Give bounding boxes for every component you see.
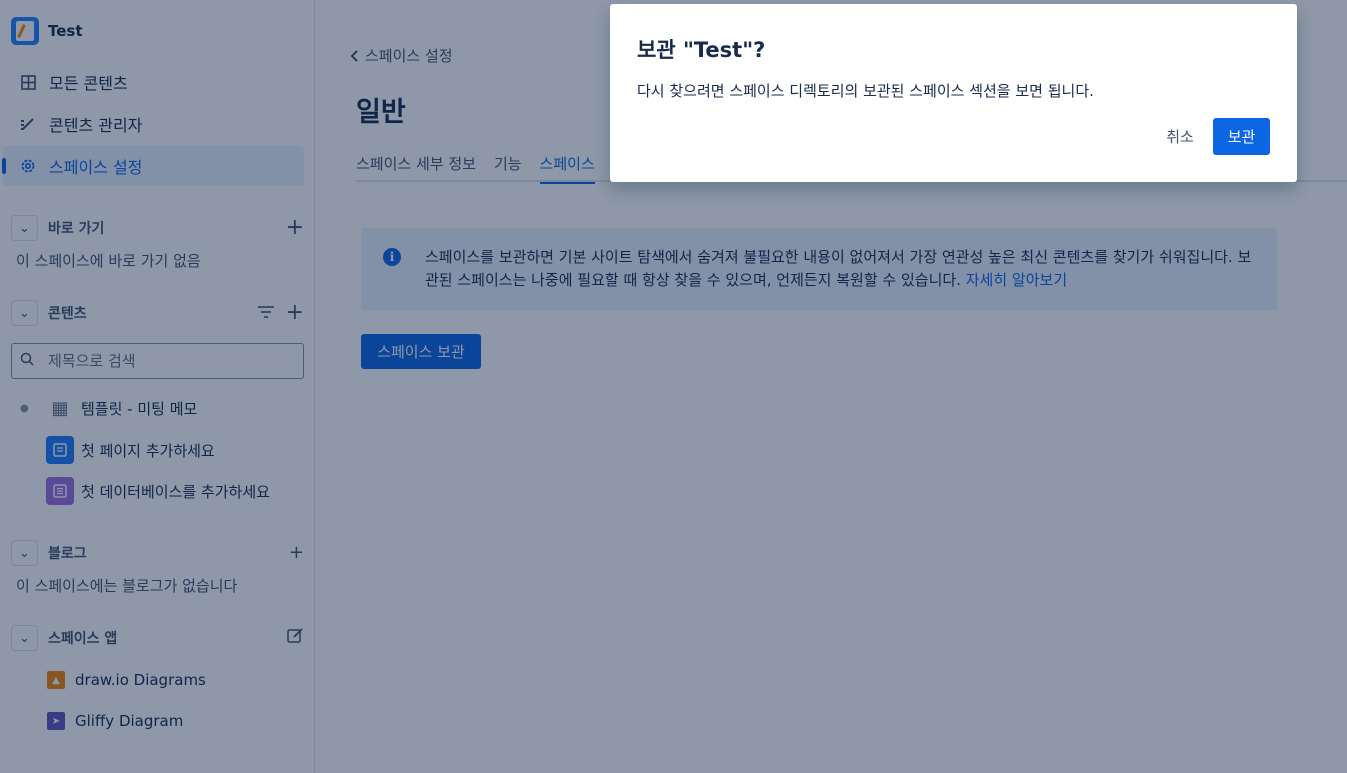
confirm-archive-button[interactable]: 보관 [1213,118,1270,155]
dialog-title: 보관 "Test"? [637,38,766,62]
cancel-button[interactable]: 취소 [1155,118,1205,155]
dialog-message: 다시 찾으려면 스페이스 디렉토리의 보관된 스페이스 섹션을 보면 됩니다. [637,82,1094,100]
archive-confirm-dialog: 보관 "Test"? 다시 찾으려면 스페이스 디렉토리의 보관된 스페이스 섹… [610,4,1297,182]
